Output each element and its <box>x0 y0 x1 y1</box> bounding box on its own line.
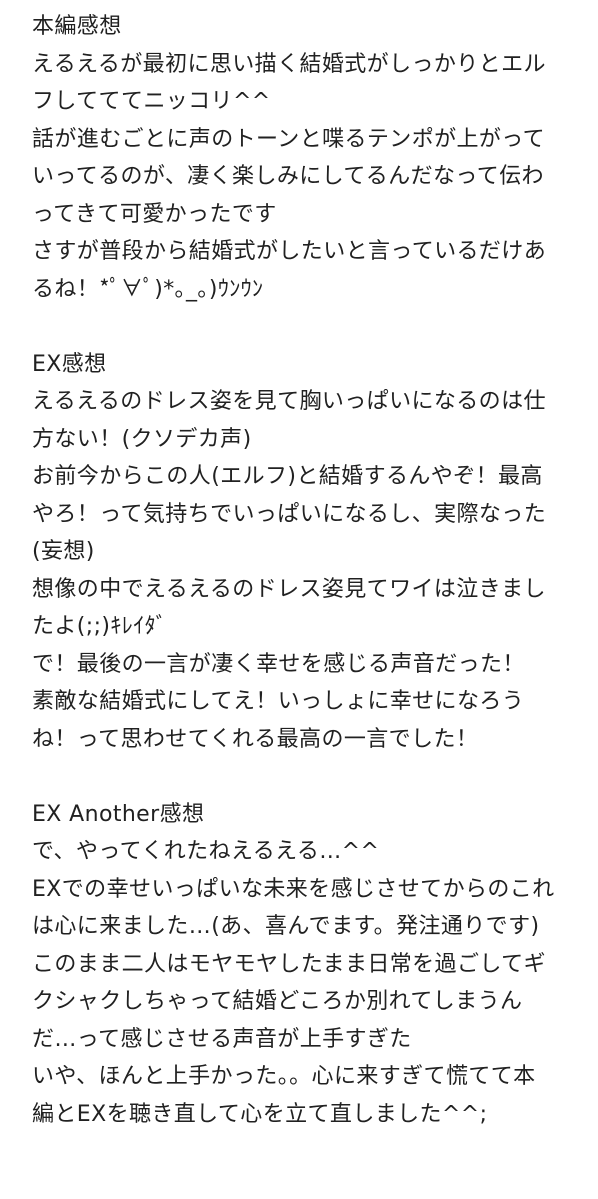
text-line: 編とEXを聴き直して心を立て直しました^^; <box>32 1101 488 1127</box>
section-ex-another: EX Another感想 で、やってくれたねえるえる…^^ EXでの幸せいっぱい… <box>32 796 592 1134</box>
text-line: このまま二人はモヤモヤしたまま日常を過ごしてギ <box>32 951 546 977</box>
text-line: お前今からこの人(エルフ)と結婚するんやぞ！最高 <box>32 464 543 489</box>
text-line: さすが普段から結婚式がしたいと言っているだけあ <box>32 239 547 264</box>
text-line: 想像の中でえるえるのドレス姿見てワイは泣きまし <box>32 576 546 602</box>
text-line: で、やってくれたねえるえる…^^ <box>32 839 380 864</box>
text-line: クシャクしちゃって結婚どころか別れてしまうん <box>32 989 523 1014</box>
text-line: で！最後の一言が凄く幸せを感じる声音だった！ <box>32 651 525 677</box>
text-line: やろ！って気持ちでいっぱいになるし、実際なった <box>32 501 547 527</box>
text-line: いや、ほんと上手かった。。心に来すぎて慌てて本 <box>32 1064 536 1089</box>
text-line: いってるのが、凄く楽しみにしてるんだなって伝わ <box>32 164 544 189</box>
text-line: (妄想) <box>32 539 95 564</box>
text-line: たよ(;;)ｷﾚｲﾀﾞ <box>32 614 167 639</box>
text-line: は心に来ました…(あ、喜んでます。発注通りです) <box>32 914 540 939</box>
section-heading: 本編感想 <box>32 14 122 39</box>
review-document: 本編感想 えるえるが最初に思い描く結婚式がしっかりとエル フしてててニッコリ^^… <box>32 8 592 1133</box>
section-heading: EX感想 <box>32 351 107 377</box>
text-line: だ…って感じさせる声音が上手すぎた <box>32 1026 412 1052</box>
text-line: EXでの幸せいっぱいな未来を感じさせてからのこれ <box>32 876 555 902</box>
text-line: るね！*ﾟ∀ﾟ)*｡_｡)ｳﾝｳﾝ <box>32 276 264 302</box>
section-main-story: 本編感想 えるえるが最初に思い描く結婚式がしっかりとエル フしてててニッコリ^^… <box>32 8 592 308</box>
text-line: ってきて可愛かったです <box>32 201 277 227</box>
text-line: えるえるのドレス姿を見て胸いっぱいになるのは仕 <box>32 389 546 414</box>
text-line: 話が進むごとに声のトーンと喋るテンポが上がって <box>32 126 546 152</box>
text-line: 素敵な結婚式にしてえ！いっしょに幸せになろう <box>32 689 525 714</box>
text-line: 方ない！(クソデカ声) <box>32 426 252 452</box>
text-line: えるえるが最初に思い描く結婚式がしっかりとエル <box>32 51 546 77</box>
text-line: フしてててニッコリ^^ <box>32 89 271 114</box>
text-line: ね！って思わせてくれる最高の一言でした！ <box>32 726 479 752</box>
section-ex: EX感想 えるえるのドレス姿を見て胸いっぱいになるのは仕 方ない！(クソデカ声)… <box>32 346 592 759</box>
section-heading: EX Another感想 <box>32 801 205 827</box>
